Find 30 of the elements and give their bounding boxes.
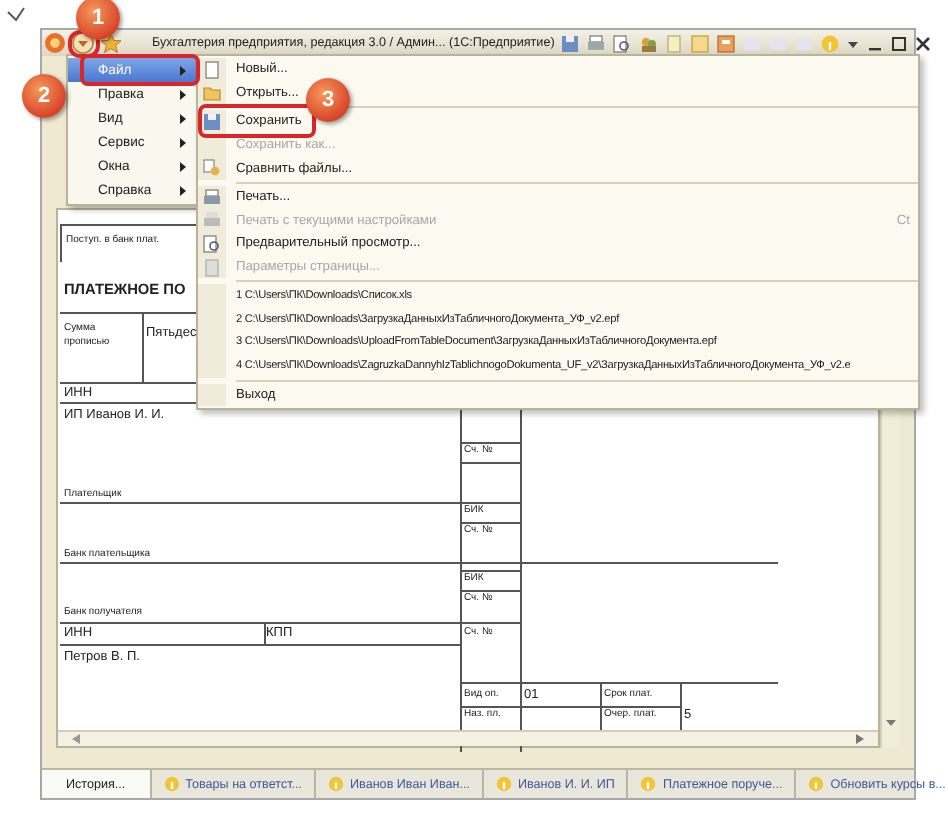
preview-icon[interactable]: [612, 33, 633, 53]
preview-icon: [202, 233, 222, 254]
scroll-left-icon[interactable]: [70, 732, 82, 746]
app-logo-icon: [44, 32, 66, 54]
folder-icon: [202, 82, 222, 103]
new-document-icon: [202, 59, 222, 80]
page-icon: [202, 257, 222, 278]
people-icon[interactable]: [638, 33, 659, 53]
maximize-icon[interactable]: [890, 33, 909, 53]
horizontal-scrollbar[interactable]: [58, 730, 878, 746]
check-icon: [6, 6, 26, 22]
step-number-badge: 2: [22, 74, 66, 118]
print-icon: [202, 210, 222, 231]
close-icon[interactable]: [914, 33, 933, 53]
compare-icon: [202, 158, 222, 179]
info-icon: [495, 776, 512, 792]
step-number-badge: 1: [76, 0, 120, 40]
info-icon: [808, 776, 825, 792]
calculator-icon[interactable]: [716, 33, 737, 53]
scroll-right-icon[interactable]: [854, 732, 866, 746]
info-icon: [640, 776, 657, 792]
scroll-down-icon[interactable]: [884, 716, 898, 728]
info-icon: [328, 776, 345, 792]
document-icon[interactable]: [664, 33, 685, 53]
info-icon: [163, 776, 180, 792]
save-icon: [202, 111, 222, 132]
print-icon: [202, 187, 222, 208]
star-icon[interactable]: [100, 32, 122, 54]
calendar-icon[interactable]: [690, 33, 711, 53]
save-icon[interactable]: [560, 33, 581, 53]
